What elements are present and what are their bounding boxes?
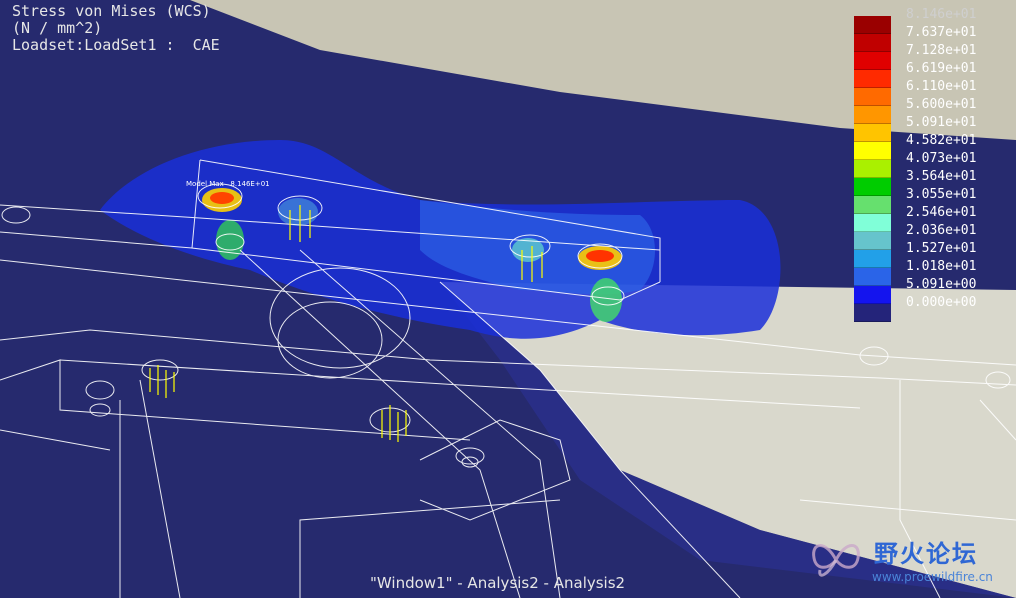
- legend-swatch: [854, 70, 891, 88]
- legend-swatch: [854, 286, 891, 304]
- legend-row: 6.619e+01: [854, 52, 1014, 76]
- legend-row: 3.564e+01: [854, 160, 1014, 184]
- watermark-url: www.proewildfire.cn: [872, 570, 993, 584]
- legend-rows: 7.128e+01 6.619e+01 6.110e+01 5.600e+01 5.09…: [854, 34, 1014, 322]
- watermark-text: 野火论坛: [874, 540, 978, 568]
- legend-swatch: [854, 142, 891, 160]
- viewport[interactable]: Stress von Mises (WCS) (N / mm^2) Loadse…: [0, 0, 1016, 598]
- legend-swatch: [854, 268, 891, 286]
- legend-swatch: [854, 34, 891, 52]
- legend-swatch: [854, 124, 891, 142]
- model-max-annotation: Model Max 8.146E+01: [186, 180, 270, 188]
- legend-row: 5.091e+01: [854, 106, 1014, 130]
- legend-swatch: [854, 178, 891, 196]
- legend-swatch: [854, 160, 891, 178]
- hotspot-mid2: [278, 198, 318, 226]
- hotspot-left-core: [210, 192, 234, 204]
- legend-swatch: [854, 196, 891, 214]
- stress-legend: 8.146e+01 7.637e+01 7.128e+01 6.619e+01 6.…: [854, 7, 1014, 322]
- forum-watermark: 野火论坛 www.proewildfire.cn: [806, 530, 1011, 592]
- legend-row: 2.036e+01: [854, 214, 1014, 238]
- window-title: "Window1" - Analysis2 - Analysis2: [370, 574, 626, 592]
- legend-swatch: [854, 52, 891, 70]
- result-title: Stress von Mises (WCS): [12, 2, 211, 20]
- legend-row: [854, 304, 1014, 322]
- hotspot-right-core: [586, 250, 614, 262]
- legend-swatch: [854, 16, 891, 34]
- legend-swatch: [854, 304, 891, 322]
- legend-row: 1.527e+01: [854, 232, 1014, 256]
- butterfly-logo-icon: [812, 544, 860, 577]
- legend-row: 5.091e+00: [854, 268, 1014, 292]
- result-units: (N / mm^2): [12, 19, 103, 37]
- legend-row: 0.000e+00: [854, 286, 1014, 310]
- legend-row: 8.146e+01 7.637e+01: [854, 7, 1014, 40]
- legend-swatch: [854, 106, 891, 124]
- legend-row: 6.110e+01: [854, 70, 1014, 94]
- legend-row: 4.582e+01: [854, 124, 1014, 148]
- legend-swatch: [854, 214, 891, 232]
- legend-row: 4.073e+01: [854, 142, 1014, 166]
- legend-swatch: [854, 88, 891, 106]
- legend-row: 3.055e+01: [854, 178, 1014, 202]
- legend-row: 2.546e+01: [854, 196, 1014, 220]
- legend-row: 1.018e+01: [854, 250, 1014, 274]
- legend-row: 5.600e+01: [854, 88, 1014, 112]
- legend-max-value: 8.146e+01: [906, 7, 977, 22]
- legend-row: 7.128e+01: [854, 34, 1014, 58]
- loadset-label: Loadset:LoadSet1 : CAE: [12, 36, 220, 54]
- legend-swatch: [854, 232, 891, 250]
- legend-swatch: [854, 250, 891, 268]
